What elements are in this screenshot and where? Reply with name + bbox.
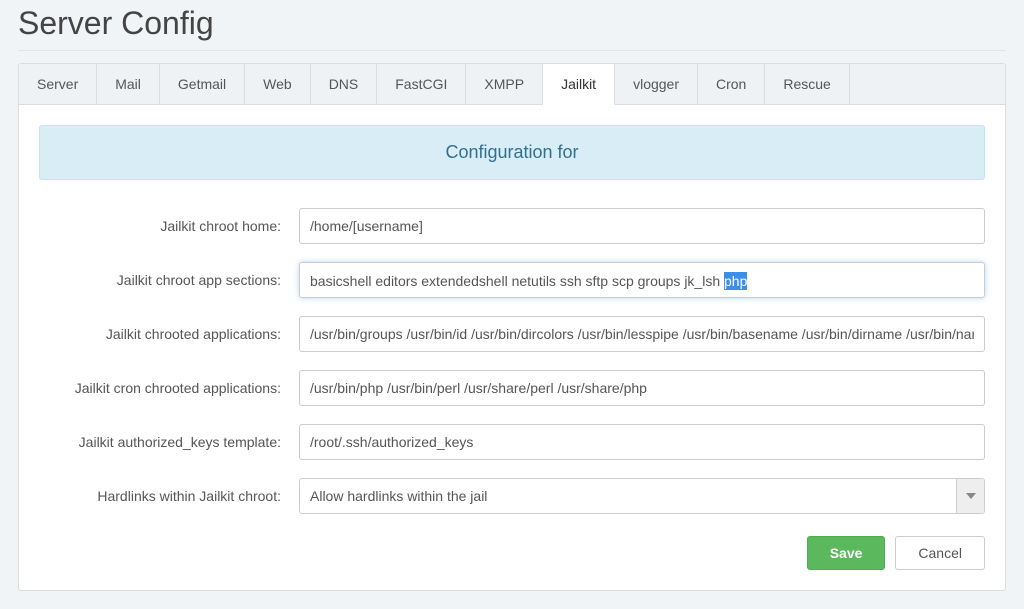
- app-sections-selection: php: [724, 272, 747, 290]
- tabs-filler: [850, 64, 1005, 105]
- tab-bar: Server Mail Getmail Web DNS FastCGI XMPP…: [18, 63, 1006, 105]
- tab-cron[interactable]: Cron: [698, 64, 765, 105]
- select-hardlinks-value: Allow hardlinks within the jail: [300, 480, 956, 512]
- tab-web[interactable]: Web: [245, 64, 311, 105]
- tab-xmpp[interactable]: XMPP: [466, 64, 543, 105]
- label-auth-keys: Jailkit authorized_keys template:: [39, 434, 299, 450]
- tab-vlogger[interactable]: vlogger: [615, 64, 698, 105]
- panel: Configuration for Jailkit chroot home: J…: [18, 105, 1006, 591]
- input-chrooted-apps[interactable]: [299, 316, 985, 352]
- page-title: Server Config: [18, 5, 1006, 51]
- tab-rescue[interactable]: Rescue: [765, 64, 849, 105]
- input-cron-chrooted[interactable]: [299, 370, 985, 406]
- chevron-down-icon: [956, 479, 984, 513]
- input-app-sections[interactable]: basicshell editors extendedshell netutil…: [299, 262, 985, 298]
- cancel-button[interactable]: Cancel: [895, 536, 985, 570]
- tab-getmail[interactable]: Getmail: [160, 64, 245, 105]
- input-chroot-home[interactable]: [299, 208, 985, 244]
- select-hardlinks[interactable]: Allow hardlinks within the jail: [299, 478, 985, 514]
- tab-server[interactable]: Server: [19, 64, 97, 105]
- save-button[interactable]: Save: [807, 536, 886, 570]
- app-sections-text: basicshell editors extendedshell netutil…: [310, 273, 724, 289]
- label-chroot-home: Jailkit chroot home:: [39, 218, 299, 234]
- tab-fastcgi[interactable]: FastCGI: [377, 64, 466, 105]
- tab-dns[interactable]: DNS: [311, 64, 378, 105]
- label-app-sections: Jailkit chroot app sections:: [39, 272, 299, 288]
- config-banner: Configuration for: [39, 125, 985, 180]
- label-chrooted-apps: Jailkit chrooted applications:: [39, 326, 299, 342]
- label-hardlinks: Hardlinks within Jailkit chroot:: [39, 488, 299, 504]
- actions: Save Cancel: [39, 536, 985, 570]
- tab-jailkit[interactable]: Jailkit: [543, 64, 615, 105]
- input-auth-keys[interactable]: [299, 424, 985, 460]
- tab-mail[interactable]: Mail: [97, 64, 160, 105]
- label-cron-chrooted: Jailkit cron chrooted applications:: [39, 380, 299, 396]
